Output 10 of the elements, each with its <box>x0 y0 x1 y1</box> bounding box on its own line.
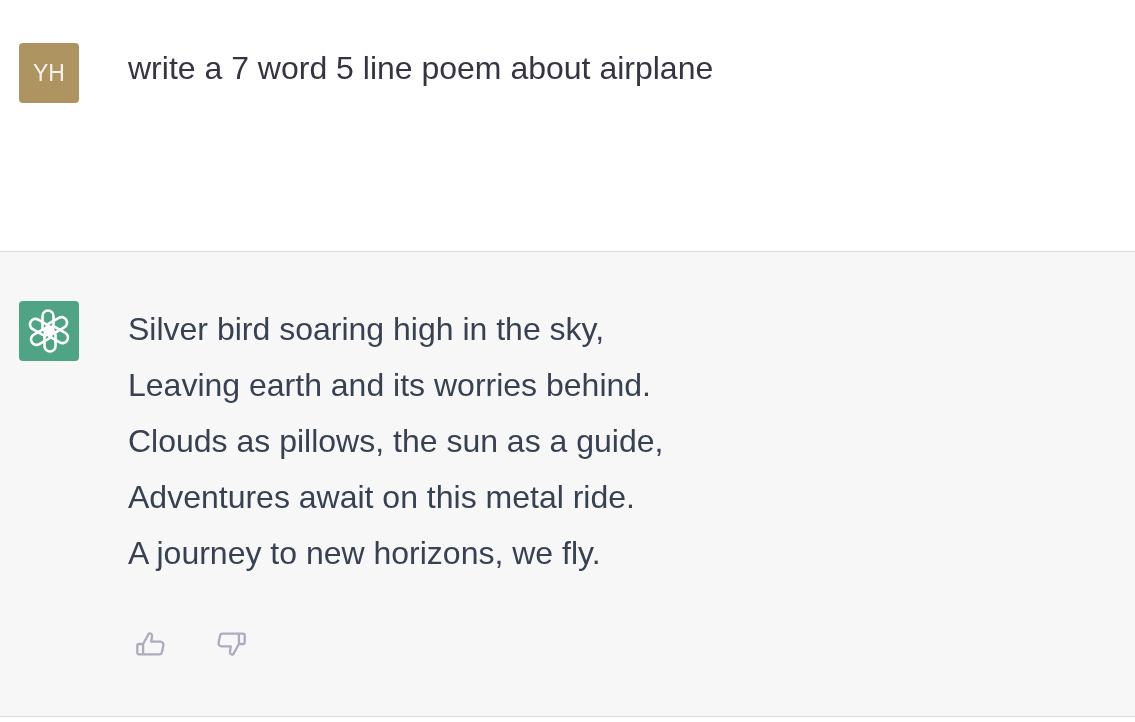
poem-line: Leaving earth and its worries behind. <box>128 366 652 405</box>
poem-line: Clouds as pillows, the sun as a guide, <box>128 422 664 461</box>
poem-line: Adventures await on this metal ride. <box>128 478 636 517</box>
thumbs-up-icon <box>135 629 165 659</box>
prompt-text: write a 7 word 5 line poem about airplane <box>128 49 714 88</box>
thumbs-down-icon <box>217 629 247 659</box>
knot-logo-icon <box>19 301 79 361</box>
user-avatar: YH <box>19 43 79 103</box>
poem-line: A journey to new horizons, we fly. <box>128 534 602 573</box>
poem-line: Silver bird soaring high in the sky, <box>128 310 606 349</box>
